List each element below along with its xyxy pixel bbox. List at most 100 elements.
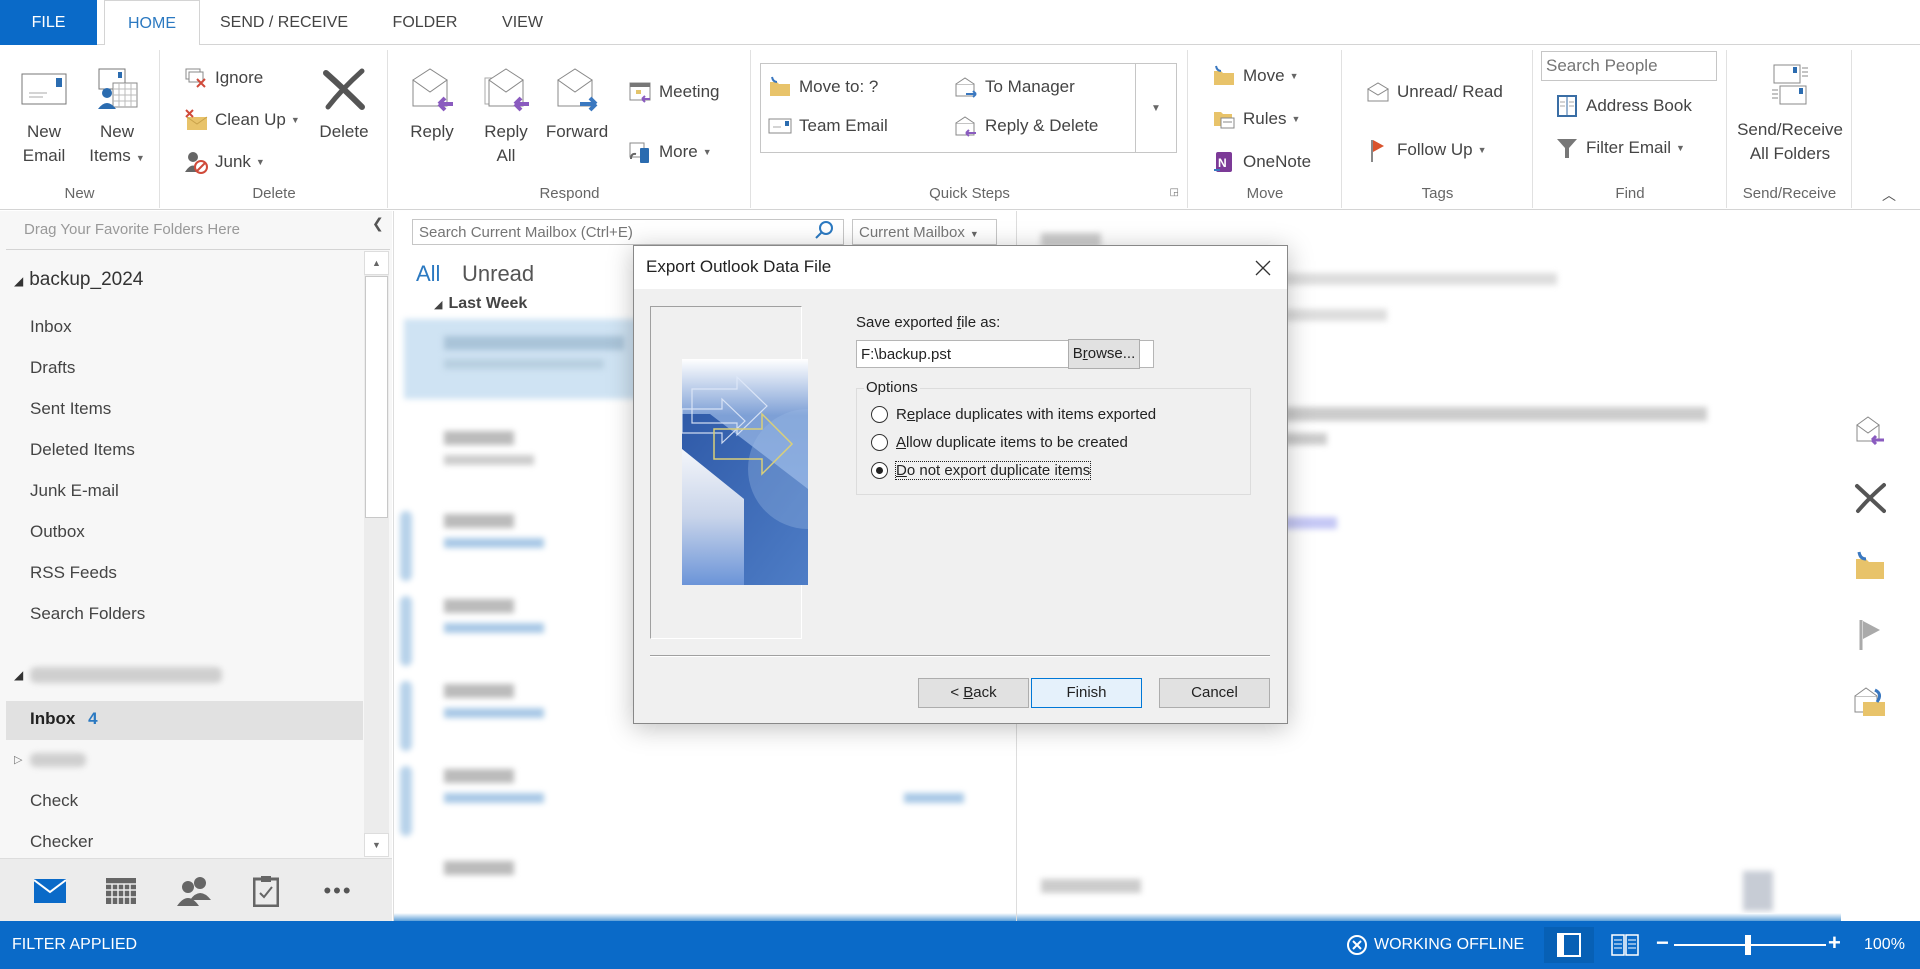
folder-rss-feeds[interactable]: RSS Feeds [30,563,117,583]
archive-icon[interactable] [1840,682,1900,722]
button-text: B [1072,345,1083,362]
radio-do-not-export-duplicates[interactable]: Do not export duplicate items [871,461,1092,480]
filter-unread-tab[interactable]: Unread [462,261,534,287]
group-respond: Reply Reply All Forward Meeting More ▼ Re… [389,50,751,208]
finish-button[interactable]: Finish [1031,678,1142,708]
rules-button[interactable]: Rules ▼ [1211,105,1300,133]
dialog-close-button[interactable] [1249,254,1277,282]
more-respond-button[interactable]: More ▼ [627,138,712,166]
scroll-down-arrow-icon[interactable]: ▼ [364,833,389,857]
zoom-slider-thumb[interactable] [1745,935,1751,955]
move-button[interactable]: Move ▼ [1211,62,1299,90]
reply-all-button[interactable]: Reply All [473,58,539,168]
redacted-text [444,359,604,369]
people-icon[interactable] [174,871,214,911]
send-receive-all-button[interactable]: Send/Receive All Folders [1730,52,1850,166]
unread-read-button[interactable]: Unread/ Read [1365,78,1503,106]
quick-step-reply-delete[interactable]: Reply & Delete [953,112,1098,140]
onenote-icon: N [1211,150,1237,174]
folder-drafts[interactable]: Drafts [30,358,75,378]
scroll-up-arrow-icon[interactable]: ▲ [364,251,389,275]
export-outlook-data-file-dialog: Export Outlook Data File Save exported f… [633,245,1288,724]
folder-inbox[interactable]: Inbox [30,317,72,337]
delete-x-icon[interactable] [1840,478,1900,518]
flag-icon[interactable] [1840,614,1900,654]
folder-outbox[interactable]: Outbox [30,522,85,542]
search-scope-dropdown[interactable]: Current Mailbox ▼ [852,219,997,245]
radio-button[interactable] [871,406,888,423]
folder-check[interactable]: Check [30,791,78,811]
browse-button[interactable]: Browse... [1068,339,1140,369]
filter-all-tab[interactable]: All [416,261,440,287]
calendar-icon[interactable] [101,871,141,911]
quick-step-to-manager[interactable]: To Manager [953,73,1075,101]
search-magnifier-icon[interactable] [814,220,834,243]
search-mailbox-input[interactable] [412,219,844,245]
mail-icon[interactable] [30,871,70,911]
folder-search-folders[interactable]: Search Folders [30,604,145,624]
tab-send-receive[interactable]: SEND / RECEIVE [208,0,360,45]
label-accelerator: D [896,462,907,479]
tasks-icon[interactable] [246,871,286,911]
junk-button[interactable]: Junk ▼ [183,148,265,176]
onenote-button[interactable]: N OneNote [1211,148,1311,176]
radio-label: Replace duplicates with items exported [896,406,1156,423]
radio-button-selected[interactable] [871,462,888,479]
reply-label: Reply [410,122,454,141]
radio-allow-duplicates[interactable]: Allow duplicate items to be created [871,434,1128,451]
follow-up-button[interactable]: Follow Up ▼ [1365,136,1487,164]
close-icon [1255,260,1271,276]
radio-replace-duplicates[interactable]: Replace duplicates with items exported [871,406,1156,423]
clean-up-button[interactable]: Clean Up ▼ [183,106,300,134]
new-items-button[interactable]: New Items ▼ [82,58,152,170]
folder-inbox-account2[interactable]: Inbox 4 [30,709,98,729]
collapse-ribbon-chevron-up-icon[interactable]: ︿ [1882,185,1896,205]
back-button[interactable]: < Back [918,678,1029,708]
normal-view-button[interactable] [1544,927,1594,963]
tab-view[interactable]: VIEW [490,0,555,45]
folder-sent-items[interactable]: Sent Items [30,399,111,419]
search-people-input[interactable] [1541,51,1717,81]
meeting-button[interactable]: Meeting [627,78,719,106]
more-modules-ellipsis-icon[interactable]: ••• [318,871,358,911]
redacted-subject [444,538,544,548]
tab-folder[interactable]: FOLDER [380,0,470,45]
folder-move-icon [1211,64,1237,88]
collapsed-triangle-icon[interactable]: ▷ [14,753,22,766]
quick-steps-gallery: Move to: ? Team Email To Manager Reply &… [760,63,1177,153]
folder-deleted-items[interactable]: Deleted Items [30,440,135,460]
chevron-down-icon: ▼ [290,115,300,125]
tab-home[interactable]: HOME [104,0,200,46]
account-2-redacted[interactable]: ◢ [14,663,29,685]
zoom-level-label[interactable]: 100% [1864,936,1905,954]
cancel-button[interactable]: Cancel [1159,678,1270,708]
move-to-folder-icon[interactable] [1840,546,1900,586]
new-email-button[interactable]: New Email [12,58,76,168]
address-book-button[interactable]: Address Book [1554,92,1692,120]
working-offline-status[interactable]: WORKING OFFLINE [1346,934,1524,956]
forward-button[interactable]: Forward [541,58,613,144]
zoom-out-button[interactable]: − [1656,930,1669,956]
redacted-text [1237,407,1707,421]
folder-junk-email[interactable]: Junk E-mail [30,481,119,501]
account-backup-2024[interactable]: ◢ backup_2024 [14,269,143,291]
quick-steps-more-button[interactable]: ▼ [1135,64,1176,152]
dialog-launcher-icon[interactable]: ◲ [1170,187,1179,198]
zoom-in-button[interactable]: + [1828,930,1841,956]
radio-button[interactable] [871,434,888,451]
reading-view-button[interactable] [1600,927,1650,963]
collapse-pane-chevron-left-icon[interactable]: ❮ [372,215,384,232]
date-group-header[interactable]: ◢ Last Week [434,295,527,313]
redacted-subject [444,708,544,718]
quick-step-move-to[interactable]: Move to: ? [767,73,878,101]
reply-button[interactable]: Reply [399,58,465,144]
tab-file[interactable]: FILE [0,0,97,45]
delete-button[interactable]: Delete [309,58,379,144]
quick-step-team-email[interactable]: Team Email [767,112,888,140]
folder-pane-scrollbar[interactable]: ▲ ▼ [364,251,389,857]
filter-email-button[interactable]: Filter Email ▼ [1554,134,1685,162]
folder-checker[interactable]: Checker [30,832,93,852]
reply-icon[interactable] [1840,410,1900,450]
scroll-thumb[interactable] [365,276,388,518]
ignore-button[interactable]: Ignore [183,64,263,92]
